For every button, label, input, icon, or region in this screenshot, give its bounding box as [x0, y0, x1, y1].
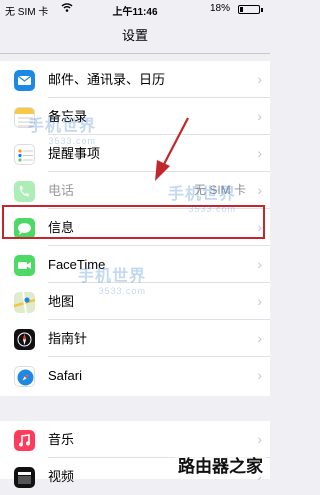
corner-watermark: 路由器之家 — [175, 452, 266, 477]
annotation-arrow-icon — [155, 117, 189, 181]
watermark-brand: 手机世界 3533.com — [78, 268, 147, 296]
watermark-brand: 手机世界 3533.com — [28, 118, 97, 146]
watermark-brand: 手机世界 3533.com — [168, 186, 237, 214]
